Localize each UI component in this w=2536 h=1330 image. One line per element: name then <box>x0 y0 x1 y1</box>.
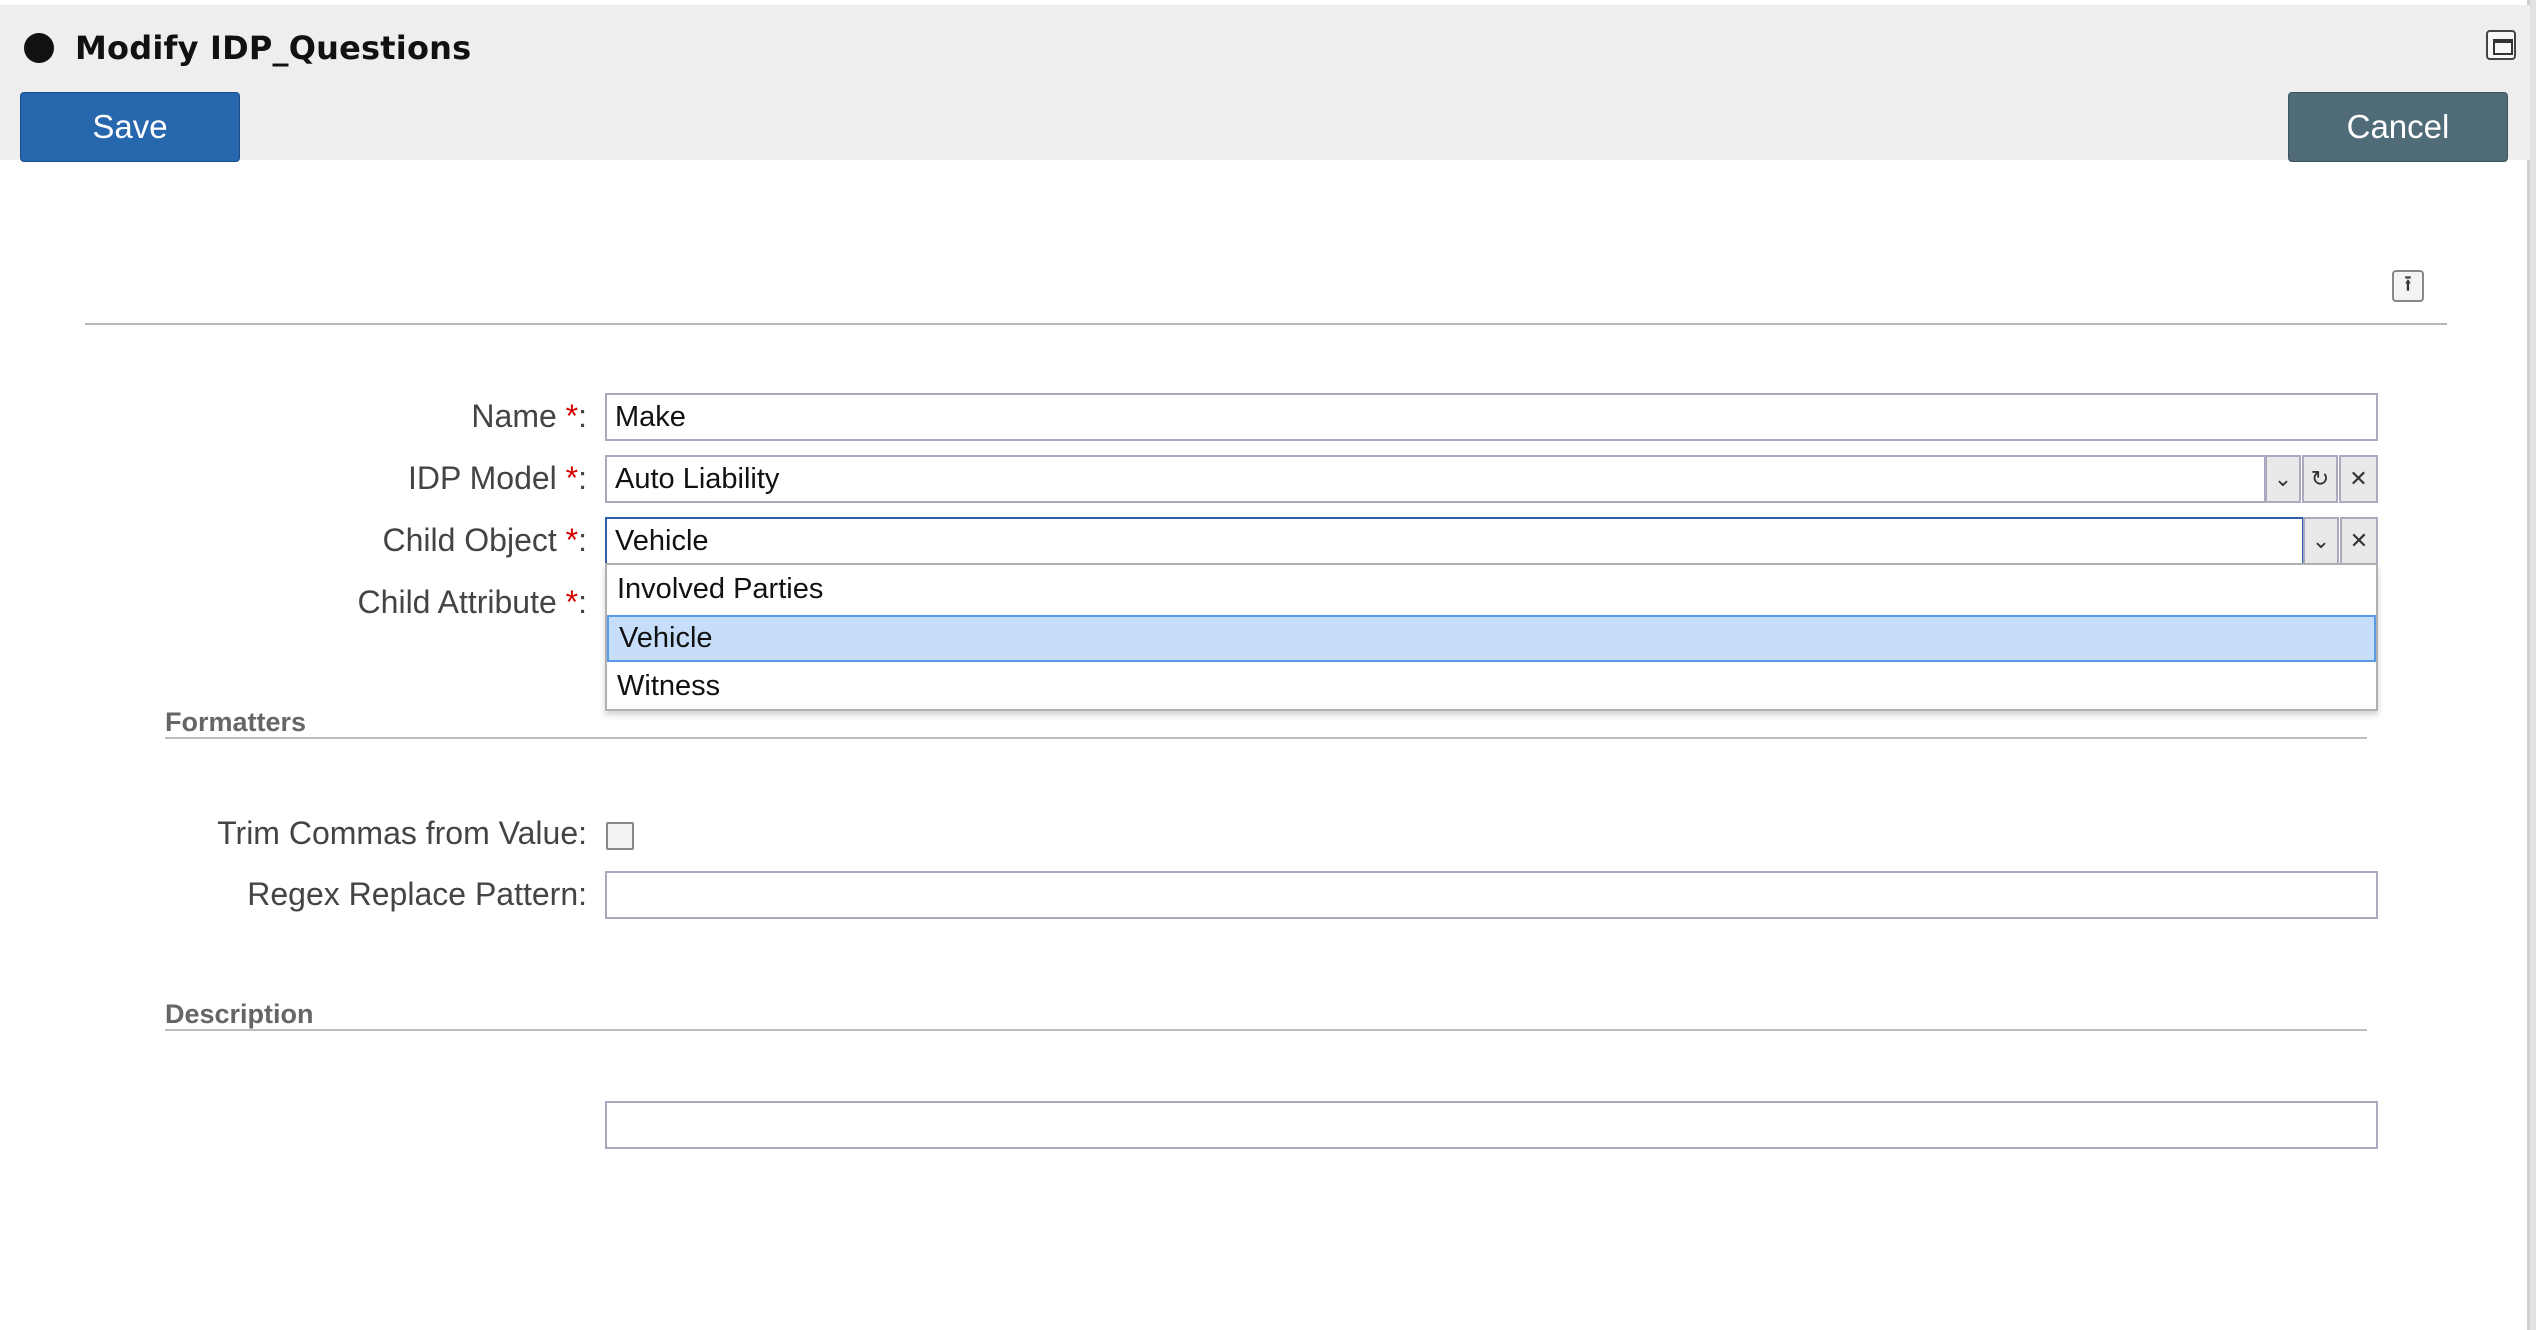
idp-model-combo[interactable]: Auto Liability <box>605 455 2266 503</box>
refresh-icon[interactable]: ↻ <box>2302 455 2338 503</box>
description-section-title: Description <box>165 999 314 1029</box>
label-colon: : <box>578 584 587 620</box>
status-dot-icon <box>24 33 54 63</box>
clear-icon[interactable]: ✕ <box>2339 455 2378 503</box>
idp-model-label: IDP Model *: <box>408 460 587 497</box>
clear-icon[interactable]: ✕ <box>2340 517 2378 565</box>
name-label: Name *: <box>471 398 587 435</box>
name-label-text: Name <box>471 398 566 434</box>
formatters-section-title: Formatters <box>165 707 307 737</box>
dialog-header: Modify IDP_Questions Save Cancel <box>0 5 2530 162</box>
dropdown-option-selected[interactable]: Vehicle <box>607 615 2376 662</box>
child-object-label-text: Child Object <box>382 522 566 558</box>
child-object-combo[interactable]: Vehicle <box>605 517 2304 565</box>
child-object-value: Vehicle <box>615 524 709 557</box>
trim-commas-label: Trim Commas from Value: <box>217 815 587 851</box>
regex-replace-input[interactable] <box>605 871 2378 919</box>
trim-commas-checkbox[interactable] <box>606 822 634 850</box>
idp-model-value: Auto Liability <box>615 462 780 495</box>
child-attribute-label-text: Child Attribute <box>357 584 566 620</box>
description-divider <box>165 1029 2367 1031</box>
required-marker: * <box>565 522 579 558</box>
child-attribute-label: Child Attribute *: <box>358 584 587 621</box>
divider <box>85 323 2447 325</box>
name-input[interactable]: Make <box>605 393 2378 441</box>
required-marker: * <box>565 398 579 434</box>
child-object-label: Child Object *: <box>382 522 587 559</box>
label-colon: : <box>578 522 587 558</box>
regex-replace-label: Regex Replace Pattern: <box>247 876 587 912</box>
idp-model-label-text: IDP Model <box>407 460 566 496</box>
maximize-icon[interactable] <box>2486 30 2516 60</box>
required-marker: * <box>565 460 579 496</box>
modify-dialog: Modify IDP_Questions Save Cancel ⭱ Name … <box>0 0 2530 1330</box>
window-edge <box>2530 0 2536 1330</box>
label-colon: : <box>578 398 587 434</box>
dropdown-option[interactable]: Involved Parties <box>607 566 2376 613</box>
cancel-button[interactable]: Cancel <box>2288 92 2508 162</box>
required-marker: * <box>565 584 579 620</box>
chevron-down-icon[interactable]: ⌄ <box>2303 517 2339 565</box>
child-object-dropdown-list: Involved Parties Vehicle Witness <box>605 563 2378 711</box>
save-button[interactable]: Save <box>20 92 240 162</box>
description-input[interactable] <box>605 1101 2378 1149</box>
formatters-divider <box>165 737 2367 739</box>
chevron-down-icon[interactable]: ⌄ <box>2265 455 2301 503</box>
label-colon: : <box>578 460 587 496</box>
name-value: Make <box>615 400 686 433</box>
dropdown-option[interactable]: Witness <box>607 663 2376 710</box>
collapse-up-icon[interactable]: ⭱ <box>2392 270 2424 302</box>
dialog-title: Modify IDP_Questions <box>75 29 472 67</box>
